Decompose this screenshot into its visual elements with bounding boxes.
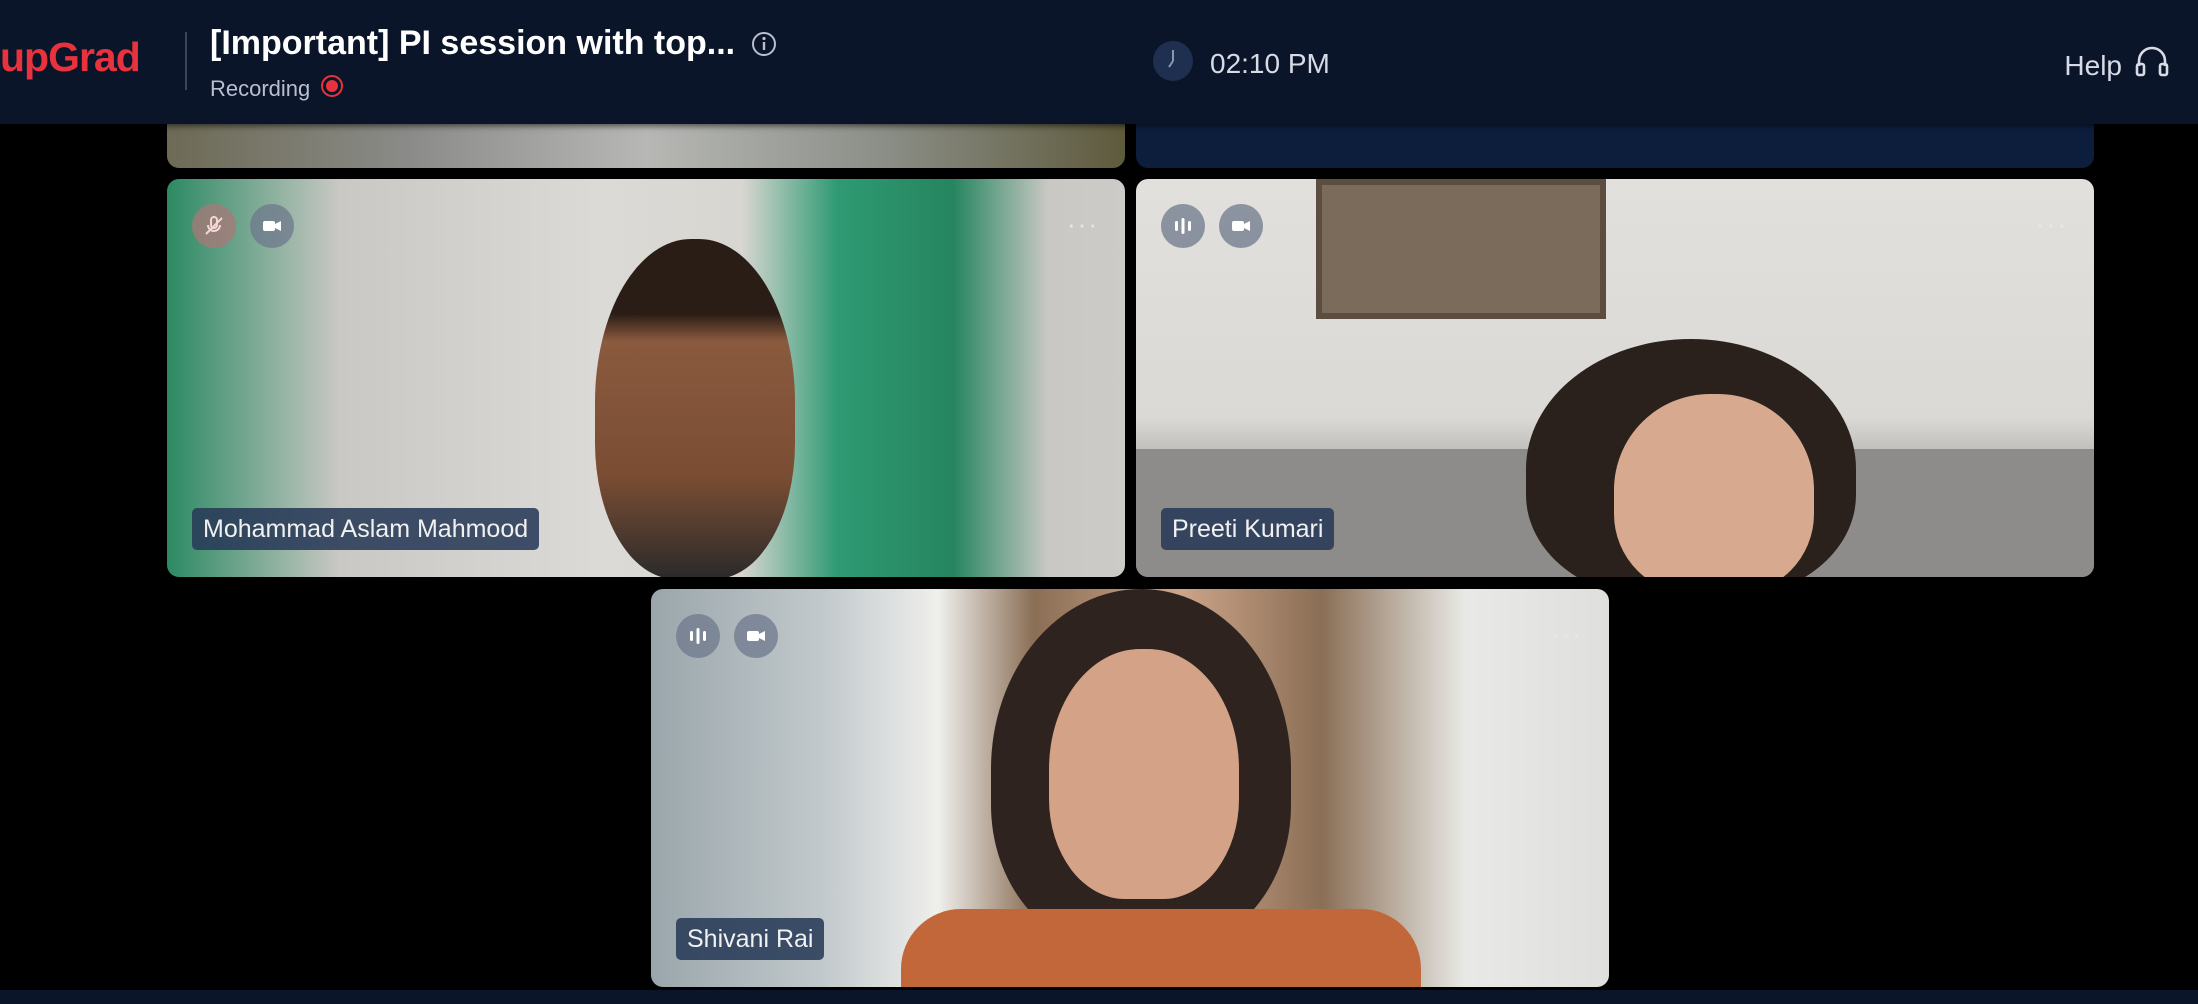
audio-active-icon[interactable] — [676, 614, 720, 658]
participant-name: Shivani Rai — [676, 918, 825, 960]
wall-frame — [1316, 179, 1606, 319]
clock-time: 02:10 PM — [1210, 47, 1330, 79]
camera-icon[interactable] — [250, 204, 294, 248]
participant-video — [595, 239, 795, 577]
video-tile[interactable]: ··· Shivani Rai — [651, 589, 1609, 987]
headphones-icon — [2134, 44, 2170, 87]
session-title: [Important] PI session with top... — [210, 24, 736, 62]
header-divider — [185, 32, 187, 90]
participant-name: Preeti Kumari — [1161, 508, 1335, 550]
video-tile[interactable]: ··· Preeti Kumari — [1136, 179, 2094, 577]
recording-dot-icon — [320, 74, 344, 104]
more-options-icon[interactable]: ··· — [1551, 621, 1583, 647]
clock-icon — [1152, 40, 1194, 87]
help-button[interactable]: Help — [2064, 44, 2170, 87]
bottom-toolbar-edge — [0, 990, 2198, 1004]
header-bar: upGrad [Important] PI session with top..… — [0, 0, 2198, 124]
participant-name: Mohammad Aslam Mahmood — [192, 508, 540, 550]
session-title-group: [Important] PI session with top... — [210, 24, 777, 63]
upgrad-logo[interactable]: upGrad — [0, 34, 141, 81]
mic-muted-icon[interactable] — [192, 204, 236, 248]
session-clock: 02:10 PM — [1152, 40, 1330, 87]
camera-icon[interactable] — [1219, 204, 1263, 248]
camera-icon[interactable] — [734, 614, 778, 658]
participant-face — [1614, 394, 1814, 577]
participant-shirt — [901, 909, 1421, 987]
help-label: Help — [2064, 49, 2122, 81]
info-icon[interactable] — [751, 31, 777, 57]
audio-active-icon[interactable] — [1161, 204, 1205, 248]
more-options-icon[interactable]: ··· — [2036, 211, 2068, 237]
video-tile[interactable]: ··· Mohammad Aslam Mahmood — [167, 179, 1125, 577]
recording-indicator: Recording — [210, 74, 344, 104]
more-options-icon[interactable]: ··· — [1067, 211, 1099, 237]
participant-face — [1049, 649, 1239, 899]
recording-label: Recording — [210, 76, 311, 101]
